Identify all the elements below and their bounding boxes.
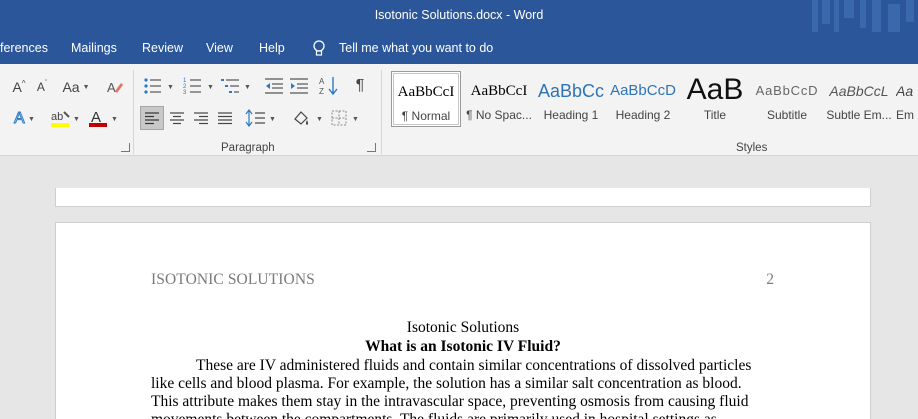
- previous-page-bottom: [55, 188, 871, 207]
- justify-icon[interactable]: [214, 107, 236, 129]
- sort-icon[interactable]: A Z: [318, 75, 340, 97]
- svg-text:A: A: [107, 80, 116, 95]
- svg-text:▼: ▼: [316, 116, 323, 123]
- ribbon-home: A ^ Aˇ Aa ▼ A A ▼ ab ▼ A ▼ ▼ 123 ▼ ▼ A Z…: [0, 64, 918, 156]
- style-subtle-emphasis-preview: AaBbCcL: [829, 83, 889, 99]
- page-number: 2: [766, 271, 774, 288]
- style-title[interactable]: AaB Title: [680, 71, 750, 127]
- svg-text:A: A: [14, 110, 25, 127]
- style-subtle-emphasis[interactable]: AaBbCcL Subtle Em...: [824, 71, 894, 127]
- svg-text:Z: Z: [319, 87, 324, 96]
- styles-group-label: Styles: [736, 142, 768, 154]
- style-subtitle-preview: AaBbCcD: [755, 83, 819, 98]
- style-emphasis[interactable]: Aa Em: [896, 71, 918, 127]
- decrease-indent-icon[interactable]: [264, 76, 284, 96]
- font-dialog-launcher[interactable]: [121, 143, 130, 152]
- clear-formatting-icon[interactable]: A: [106, 78, 124, 96]
- lightbulb-icon: [313, 40, 325, 56]
- style-title-name: Title: [703, 108, 727, 122]
- tab-help[interactable]: Help: [259, 41, 285, 55]
- title-bar: Isotonic Solutions.docx - Word: [0, 0, 918, 32]
- svg-text:▼: ▼: [73, 116, 80, 123]
- tab-review[interactable]: Review: [142, 41, 183, 55]
- ribbon-separator: [133, 70, 134, 154]
- chevron-down-icon: ▼: [82, 83, 90, 91]
- style-normal-preview: AaBbCcI: [397, 84, 455, 100]
- align-left-icon: [145, 112, 159, 125]
- svg-text:▼: ▼: [269, 116, 276, 123]
- svg-text:▼: ▼: [352, 116, 359, 123]
- svg-text:▼: ▼: [244, 84, 251, 91]
- tab-references[interactable]: ferences: [0, 41, 48, 55]
- ribbon-separator: [381, 70, 382, 154]
- paragraph-group-label: Paragraph: [221, 142, 275, 154]
- align-left-button[interactable]: [140, 106, 164, 130]
- style-subtle-emphasis-name: Subtle Em...: [826, 108, 892, 122]
- grow-font-button[interactable]: A ^: [8, 76, 30, 98]
- style-heading-1-name: Heading 1: [543, 108, 599, 122]
- shading-icon[interactable]: ▼: [290, 107, 324, 129]
- style-heading-2-preview: AaBbCcD: [610, 82, 676, 99]
- svg-text:▼: ▼: [28, 116, 35, 123]
- svg-text:▼: ▼: [167, 84, 174, 91]
- ribbon-tabs: ferences Mailings Review View Help Tell …: [0, 32, 918, 64]
- style-subtitle[interactable]: AaBbCcD Subtitle: [752, 71, 822, 127]
- style-heading-2-name: Heading 2: [615, 108, 671, 122]
- borders-icon[interactable]: ▼: [329, 107, 361, 129]
- style-no-spacing-preview: AaBbCcI: [470, 83, 528, 99]
- multilevel-list-icon[interactable]: ▼: [221, 76, 255, 96]
- style-heading-2[interactable]: AaBbCcD Heading 2: [608, 71, 678, 127]
- svg-text:▼: ▼: [207, 84, 214, 91]
- shrink-font-button[interactable]: Aˇ: [32, 76, 52, 98]
- style-normal-name: ¶ Normal: [401, 109, 451, 123]
- align-center-icon[interactable]: [166, 107, 188, 129]
- shrink-font-icon: ˇ: [44, 79, 48, 87]
- align-right-icon[interactable]: [190, 107, 212, 129]
- line-spacing-icon[interactable]: ▼: [245, 107, 277, 129]
- style-emphasis-name: Em: [896, 108, 914, 122]
- highlight-color-icon[interactable]: ab ▼: [50, 108, 82, 130]
- style-no-spacing-name: ¶ No Spac...: [466, 108, 532, 122]
- style-title-preview: AaB: [686, 73, 744, 105]
- style-no-spacing[interactable]: AaBbCcI ¶ No Spac...: [464, 71, 534, 127]
- style-normal[interactable]: AaBbCcI ¶ Normal: [391, 71, 461, 127]
- show-paragraph-marks-button[interactable]: ¶: [350, 76, 370, 96]
- numbering-icon[interactable]: 123 ▼: [183, 76, 217, 96]
- running-head: ISOTONIC SOLUTIONS: [151, 271, 315, 288]
- body-line: movements between the compartments. The …: [151, 411, 717, 419]
- svg-text:▼: ▼: [111, 116, 118, 123]
- document-page[interactable]: ISOTONIC SOLUTIONS 2 Isotonic Solutions …: [55, 222, 871, 419]
- style-heading-1-preview: AaBbCc: [537, 81, 605, 101]
- body-line: This attribute makes them stay in the in…: [151, 393, 749, 410]
- window-title: Isotonic Solutions.docx - Word: [374, 8, 544, 22]
- grow-font-icon: ^: [21, 78, 26, 88]
- text-effects-icon[interactable]: A ▼: [13, 108, 37, 128]
- title-bar-decoration: [812, 0, 914, 32]
- svg-text:3: 3: [183, 90, 187, 96]
- body-line: These are IV administered fluids and con…: [196, 357, 752, 374]
- body-line: like cells and blood plasma. For example…: [151, 375, 742, 392]
- increase-indent-icon[interactable]: [289, 76, 309, 96]
- font-color-icon[interactable]: A ▼: [88, 108, 120, 130]
- tab-view[interactable]: View: [206, 41, 233, 55]
- document-title: Isotonic Solutions: [406, 319, 520, 336]
- svg-text:ab: ab: [51, 111, 63, 123]
- style-subtitle-name: Subtitle: [766, 108, 808, 122]
- tab-mailings[interactable]: Mailings: [71, 41, 117, 55]
- section-heading: What is an Isotonic IV Fluid?: [365, 338, 561, 355]
- pilcrow-icon: ¶: [355, 77, 365, 94]
- shrink-font-label: A: [36, 80, 45, 94]
- change-case-button[interactable]: Aa ▼: [60, 76, 92, 98]
- bullets-icon[interactable]: ▼: [143, 76, 177, 96]
- tell-me-search[interactable]: Tell me what you want to do: [339, 41, 493, 55]
- grow-font-label: A: [12, 79, 22, 95]
- svg-text:A: A: [319, 77, 325, 86]
- paragraph-dialog-launcher[interactable]: [367, 143, 376, 152]
- style-emphasis-preview: Aa: [896, 83, 914, 99]
- change-case-label: Aa: [62, 79, 80, 95]
- style-heading-1[interactable]: AaBbCc Heading 1: [536, 71, 606, 127]
